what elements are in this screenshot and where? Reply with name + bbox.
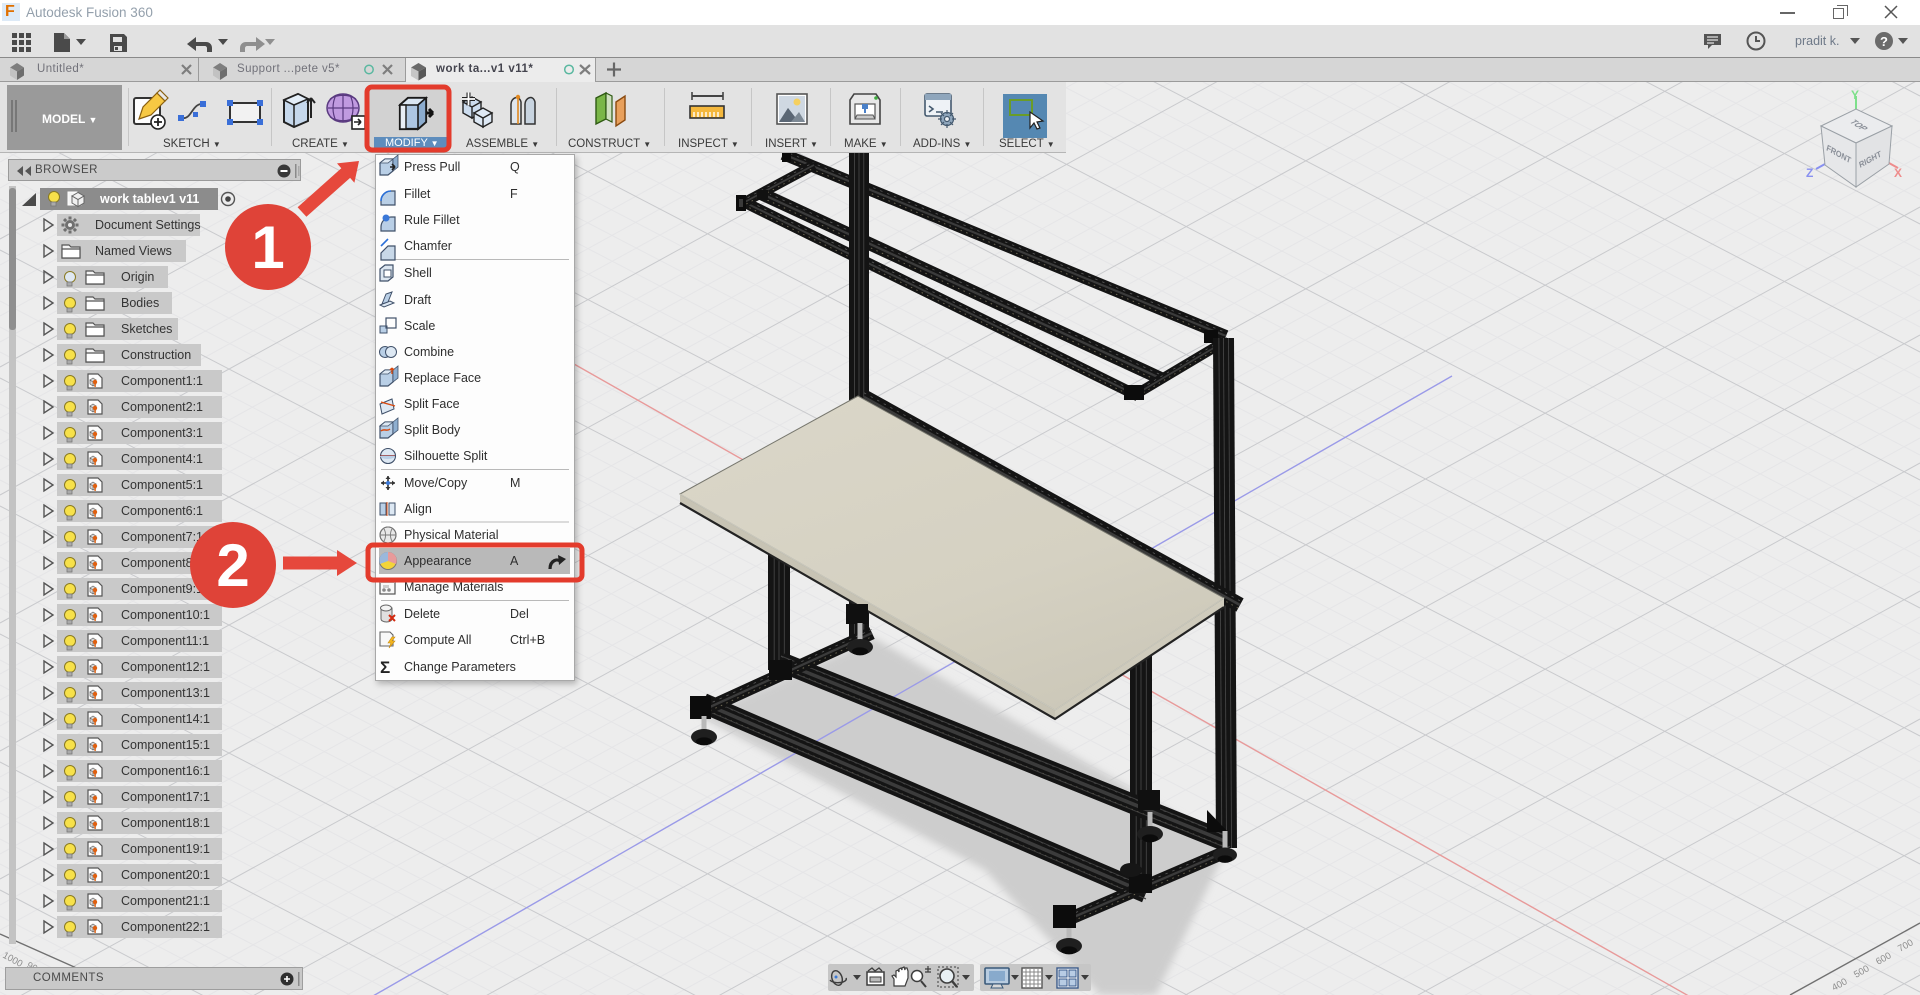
svg-text:2: 2 (216, 532, 249, 599)
svg-text:1: 1 (251, 214, 284, 281)
